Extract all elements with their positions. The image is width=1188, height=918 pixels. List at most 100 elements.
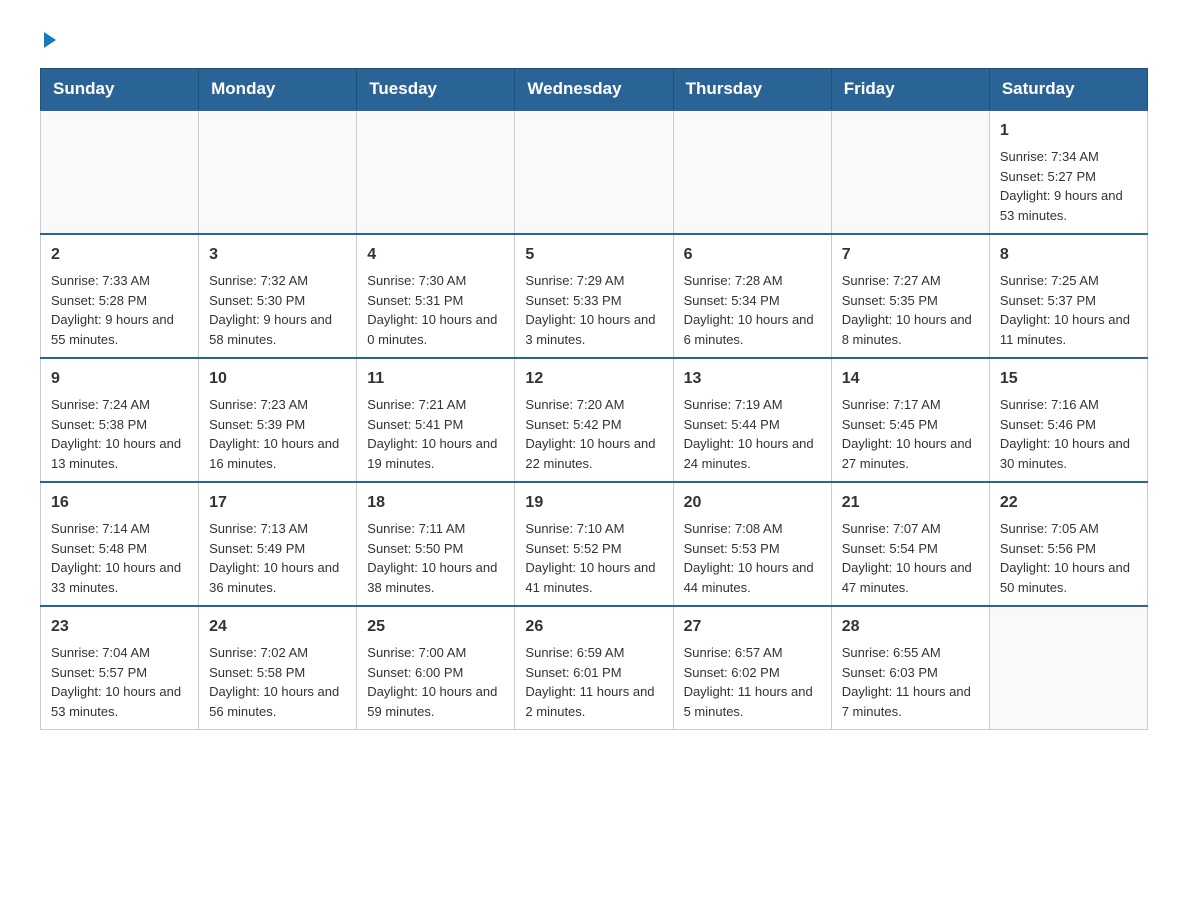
day-info: Sunrise: 7:05 AM	[1000, 519, 1137, 539]
calendar-cell: 23Sunrise: 7:04 AMSunset: 5:57 PMDayligh…	[41, 606, 199, 730]
week-row-3: 9Sunrise: 7:24 AMSunset: 5:38 PMDaylight…	[41, 358, 1148, 482]
day-info: Daylight: 10 hours and 41 minutes.	[525, 558, 662, 597]
day-info: Sunrise: 7:20 AM	[525, 395, 662, 415]
calendar-header-thursday: Thursday	[673, 69, 831, 111]
day-info: Daylight: 11 hours and 2 minutes.	[525, 682, 662, 721]
calendar-cell: 15 Sunrise: 7:16 AMSunset: 5:46 PMDayligh…	[989, 358, 1147, 482]
day-info: Daylight: 10 hours and 33 minutes.	[51, 558, 188, 597]
day-number: 18	[367, 491, 504, 515]
day-info: Sunset: 5:46 PM	[1000, 415, 1137, 435]
calendar-cell: 11Sunrise: 7:21 AMSunset: 5:41 PMDayligh…	[357, 358, 515, 482]
calendar-cell: 27Sunrise: 6:57 AMSunset: 6:02 PMDayligh…	[673, 606, 831, 730]
day-info: Sunrise: 7:10 AM	[525, 519, 662, 539]
day-number: 5	[525, 243, 662, 267]
day-number: 15	[1000, 367, 1137, 391]
day-info: Sunset: 6:00 PM	[367, 663, 504, 683]
calendar-cell: 17Sunrise: 7:13 AMSunset: 5:49 PMDayligh…	[199, 482, 357, 606]
day-info: Sunset: 5:50 PM	[367, 539, 504, 559]
day-info: Sunrise: 7:11 AM	[367, 519, 504, 539]
day-info: Sunrise: 7:16 AM	[1000, 395, 1137, 415]
day-number: 13	[684, 367, 821, 391]
calendar-header-tuesday: Tuesday	[357, 69, 515, 111]
day-info: Daylight: 10 hours and 0 minutes.	[367, 310, 504, 349]
day-info: Sunrise: 7:23 AM	[209, 395, 346, 415]
day-info: Sunrise: 7:21 AM	[367, 395, 504, 415]
day-info: Daylight: 10 hours and 56 minutes.	[209, 682, 346, 721]
calendar-cell	[357, 110, 515, 234]
day-number: 2	[51, 243, 188, 267]
day-info: Sunrise: 7:07 AM	[842, 519, 979, 539]
calendar-header-wednesday: Wednesday	[515, 69, 673, 111]
logo	[40, 30, 56, 48]
day-number: 17	[209, 491, 346, 515]
week-row-2: 2Sunrise: 7:33 AMSunset: 5:28 PMDaylight…	[41, 234, 1148, 358]
calendar-cell: 20Sunrise: 7:08 AMSunset: 5:53 PMDayligh…	[673, 482, 831, 606]
calendar-cell: 9Sunrise: 7:24 AMSunset: 5:38 PMDaylight…	[41, 358, 199, 482]
page-header	[40, 30, 1148, 48]
calendar-cell	[41, 110, 199, 234]
calendar-header-monday: Monday	[199, 69, 357, 111]
day-number: 6	[684, 243, 821, 267]
day-info: Daylight: 10 hours and 38 minutes.	[367, 558, 504, 597]
calendar-header-friday: Friday	[831, 69, 989, 111]
calendar-cell: 2Sunrise: 7:33 AMSunset: 5:28 PMDaylight…	[41, 234, 199, 358]
day-number: 26	[525, 615, 662, 639]
day-info: Sunset: 5:52 PM	[525, 539, 662, 559]
day-number: 28	[842, 615, 979, 639]
calendar-table: SundayMondayTuesdayWednesdayThursdayFrid…	[40, 68, 1148, 730]
day-info: Sunrise: 7:08 AM	[684, 519, 821, 539]
day-info: Sunrise: 7:34 AM	[1000, 147, 1137, 167]
day-info: Sunset: 5:56 PM	[1000, 539, 1137, 559]
day-info: Sunset: 5:45 PM	[842, 415, 979, 435]
day-info: Daylight: 10 hours and 36 minutes.	[209, 558, 346, 597]
day-number: 10	[209, 367, 346, 391]
logo-text-blue	[40, 30, 56, 48]
day-number: 4	[367, 243, 504, 267]
day-number: 19	[525, 491, 662, 515]
day-info: Daylight: 11 hours and 5 minutes.	[684, 682, 821, 721]
day-info: Sunrise: 7:24 AM	[51, 395, 188, 415]
week-row-1: 1Sunrise: 7:34 AMSunset: 5:27 PMDaylight…	[41, 110, 1148, 234]
day-number: 22	[1000, 491, 1137, 515]
calendar-header-saturday: Saturday	[989, 69, 1147, 111]
calendar-cell: 1Sunrise: 7:34 AMSunset: 5:27 PMDaylight…	[989, 110, 1147, 234]
calendar-cell: 6Sunrise: 7:28 AMSunset: 5:34 PMDaylight…	[673, 234, 831, 358]
day-number: 25	[367, 615, 504, 639]
day-info: Sunset: 5:41 PM	[367, 415, 504, 435]
day-info: Sunset: 5:39 PM	[209, 415, 346, 435]
day-info: Daylight: 10 hours and 53 minutes.	[51, 682, 188, 721]
day-info: Sunset: 5:48 PM	[51, 539, 188, 559]
day-info: Sunset: 5:54 PM	[842, 539, 979, 559]
day-info: Daylight: 10 hours and 13 minutes.	[51, 434, 188, 473]
day-number: 1	[1000, 119, 1137, 143]
day-info: Daylight: 10 hours and 59 minutes.	[367, 682, 504, 721]
day-info: Sunset: 6:03 PM	[842, 663, 979, 683]
day-info: Daylight: 10 hours and 11 minutes.	[1000, 310, 1137, 349]
day-info: Sunset: 5:49 PM	[209, 539, 346, 559]
day-info: Daylight: 10 hours and 6 minutes.	[684, 310, 821, 349]
calendar-cell	[831, 110, 989, 234]
day-info: Daylight: 10 hours and 30 minutes.	[1000, 434, 1137, 473]
day-info: Daylight: 10 hours and 22 minutes.	[525, 434, 662, 473]
day-number: 24	[209, 615, 346, 639]
day-number: 14	[842, 367, 979, 391]
calendar-cell: 5Sunrise: 7:29 AMSunset: 5:33 PMDaylight…	[515, 234, 673, 358]
day-number: 11	[367, 367, 504, 391]
calendar-header-sunday: Sunday	[41, 69, 199, 111]
day-info: Sunrise: 7:28 AM	[684, 271, 821, 291]
day-info: Sunrise: 6:55 AM	[842, 643, 979, 663]
day-info: Sunrise: 7:19 AM	[684, 395, 821, 415]
day-info: Sunrise: 7:30 AM	[367, 271, 504, 291]
day-number: 9	[51, 367, 188, 391]
day-info: Sunset: 6:01 PM	[525, 663, 662, 683]
calendar-cell: 12Sunrise: 7:20 AMSunset: 5:42 PMDayligh…	[515, 358, 673, 482]
day-info: Daylight: 10 hours and 44 minutes.	[684, 558, 821, 597]
day-info: Daylight: 10 hours and 50 minutes.	[1000, 558, 1137, 597]
day-info: Sunset: 6:02 PM	[684, 663, 821, 683]
calendar-cell: 4Sunrise: 7:30 AMSunset: 5:31 PMDaylight…	[357, 234, 515, 358]
calendar-cell: 7Sunrise: 7:27 AMSunset: 5:35 PMDaylight…	[831, 234, 989, 358]
day-info: Sunrise: 7:29 AM	[525, 271, 662, 291]
calendar-cell	[199, 110, 357, 234]
day-info: Sunset: 5:28 PM	[51, 291, 188, 311]
day-number: 8	[1000, 243, 1137, 267]
